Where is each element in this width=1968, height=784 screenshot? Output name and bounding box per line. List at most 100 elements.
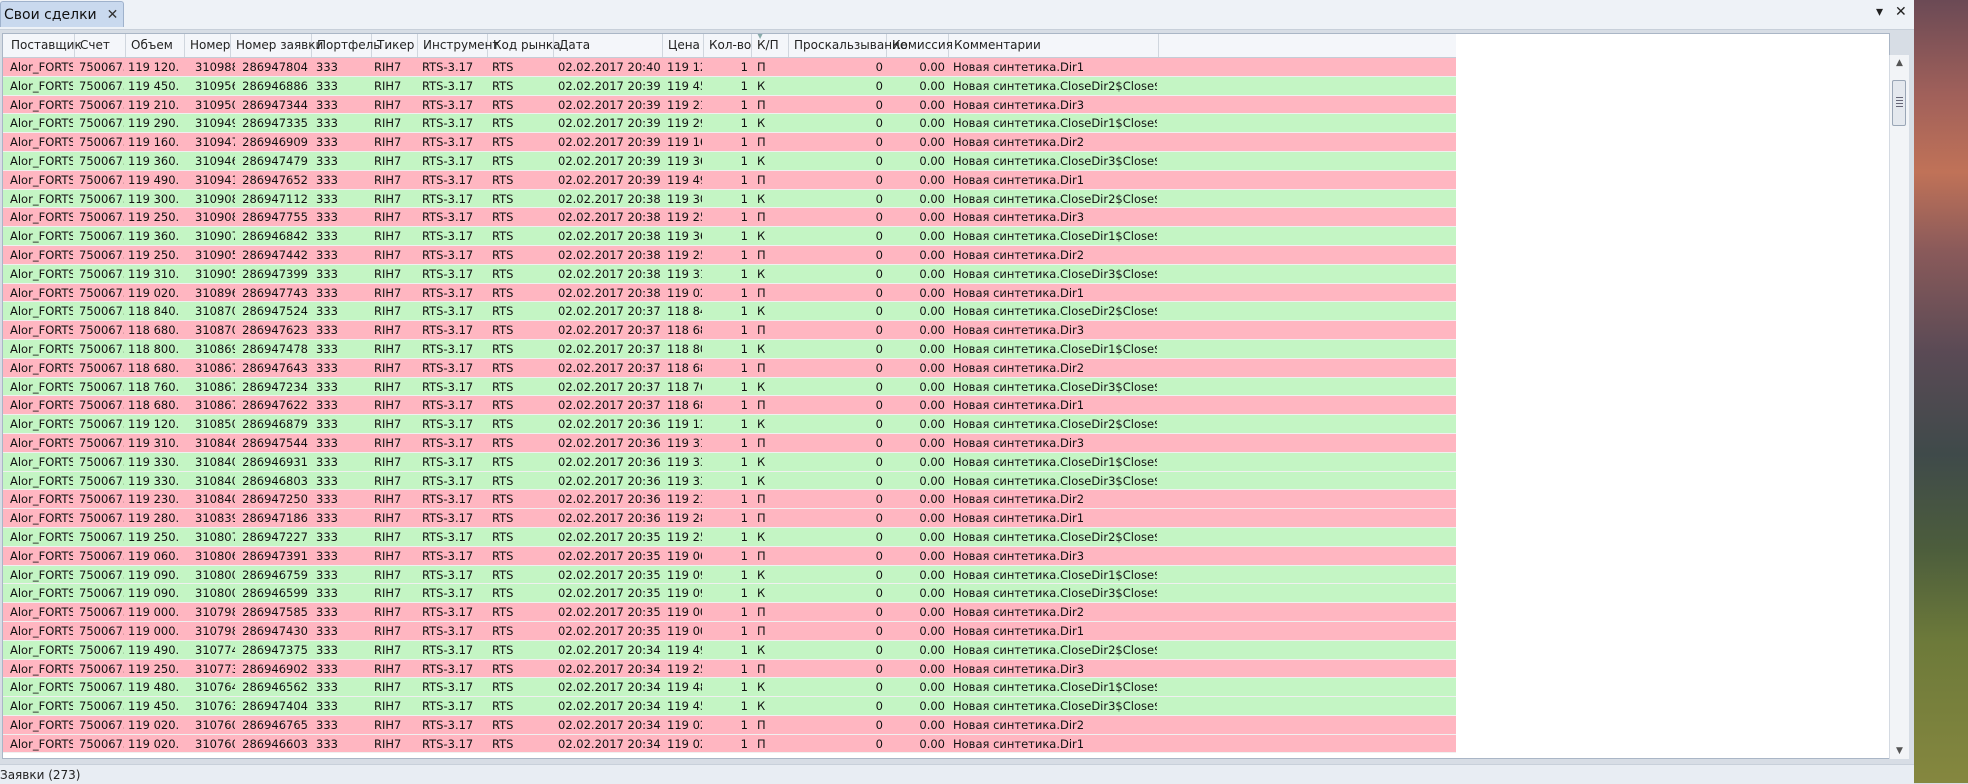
table-row[interactable]: Alor_FORTS 7500673 119 310.00 3108461 286947… bbox=[3, 433, 1456, 453]
table-row[interactable]: Alor_FORTS 7500673 119 450.00 3107639 286947… bbox=[3, 697, 1456, 716]
table-row[interactable]: Alor_FORTS 7500673 119 250.00 3109057 286947… bbox=[3, 245, 1456, 265]
column-header-supplier[interactable]: Поставщик bbox=[6, 34, 82, 57]
table-row[interactable]: Alor_FORTS 7500673 119 020.00 3108966 286947… bbox=[3, 283, 1456, 303]
cell-market-code: RTS bbox=[492, 266, 514, 281]
table-row[interactable]: Alor_FORTS 7500673 119 300.00 3109086 286947… bbox=[3, 189, 1456, 209]
cell-date: 02.02.2017 20:39:10 bbox=[558, 135, 661, 150]
table-row[interactable]: Alor_FORTS 7500673 119 210.00 3109503 286947… bbox=[3, 95, 1456, 115]
table-row[interactable]: Alor_FORTS 7500673 119 020.00 3107607 286946… bbox=[3, 734, 1456, 754]
cell-portfolio: 333 bbox=[316, 642, 338, 657]
scroll-up-icon[interactable]: ▲ bbox=[1890, 55, 1909, 71]
cell-ticker: RIH7 bbox=[374, 60, 402, 74]
cell-supplier: Alor_FORTS bbox=[10, 435, 73, 450]
column-header-order-number[interactable]: Номер заявки bbox=[231, 34, 323, 57]
window-close-icon[interactable]: ✕ bbox=[1895, 4, 1907, 20]
cell-supplier: Alor_FORTS bbox=[10, 285, 73, 300]
table-row[interactable]: Alor_FORTS 7500673 118 760.00 3108677 286947… bbox=[3, 377, 1456, 397]
table-row[interactable]: Alor_FORTS 7500673 119 160.00 3109470 286946… bbox=[3, 133, 1456, 152]
table-row[interactable]: Alor_FORTS 7500673 119 280.00 3108399 286947… bbox=[3, 509, 1456, 528]
cell-instrument: RTS-3.17 bbox=[422, 473, 474, 488]
trades-grid: ▼ Поставщик Счет Объем Номер Номер заявки Пор… bbox=[2, 33, 1890, 759]
cell-account: 7500673 bbox=[79, 341, 124, 356]
cell-date: 02.02.2017 20:38:08 bbox=[558, 266, 661, 281]
table-row[interactable]: Alor_FORTS 7500673 119 000.00 3107984 286947… bbox=[3, 621, 1456, 641]
cell-side: К bbox=[757, 454, 766, 469]
cell-side: К bbox=[757, 642, 766, 657]
cell-number: 3109056 bbox=[195, 266, 235, 281]
table-row[interactable]: Alor_FORTS 7500673 119 360.00 3109073 286946… bbox=[3, 227, 1456, 246]
tab-orders[interactable]: Заявки (273) bbox=[0, 768, 80, 782]
cell-instrument: RTS-3.17 bbox=[422, 661, 474, 676]
column-header-price[interactable]: Цена bbox=[663, 34, 704, 57]
column-header-commission[interactable]: Комиссия bbox=[887, 34, 953, 57]
column-header-date[interactable]: Дата bbox=[554, 34, 663, 57]
column-header-portfolio[interactable]: Портфель bbox=[312, 34, 380, 57]
scroll-down-icon[interactable]: ▼ bbox=[1890, 743, 1909, 759]
table-row[interactable]: Alor_FORTS 7500673 119 330.00 3108405 286946… bbox=[3, 452, 1456, 472]
table-row[interactable]: Alor_FORTS 7500673 119 230.00 3108400 286947… bbox=[3, 490, 1456, 510]
tab-own-trades[interactable]: Свои сделки ✕ bbox=[0, 1, 124, 27]
table-row[interactable]: Alor_FORTS 7500673 118 680.00 3108703 286947… bbox=[3, 321, 1456, 340]
column-header-number[interactable]: Номер bbox=[185, 34, 231, 57]
cell-quantity: 1 bbox=[740, 661, 748, 676]
table-row[interactable]: Alor_FORTS 7500673 118 680.00 3108678 286947… bbox=[3, 358, 1456, 378]
cell-price: 119 250 bbox=[667, 247, 702, 262]
table-row[interactable]: Alor_FORTS 7500673 119 310.00 3109056 286947… bbox=[3, 264, 1456, 284]
cell-account: 7500673 bbox=[79, 191, 124, 206]
cell-portfolio: 333 bbox=[316, 717, 338, 732]
cell-commission: 0.00 bbox=[919, 680, 945, 695]
cell-supplier: Alor_FORTS bbox=[10, 548, 73, 563]
cell-account: 7500673 bbox=[79, 398, 124, 413]
cell-comment: Новая синтетика.Dir2 bbox=[953, 605, 1085, 620]
cell-account: 7500673 bbox=[79, 605, 124, 620]
table-row[interactable]: Alor_FORTS 7500673 119 000.00 3107985 286947… bbox=[3, 603, 1456, 622]
cell-comment: Новая синтетика.CloseDir2$Close$28694758… bbox=[953, 529, 1157, 544]
table-row[interactable]: Alor_FORTS 7500673 119 250.00 3109080 286947… bbox=[3, 208, 1456, 228]
column-header-account[interactable]: Счет bbox=[75, 34, 126, 57]
window-menu-icon[interactable]: ▾ bbox=[1876, 4, 1883, 20]
column-header-slippage[interactable]: Проскальзывание bbox=[789, 34, 907, 57]
table-row[interactable]: Alor_FORTS 7500673 119 060.00 3108060 286947… bbox=[3, 546, 1456, 566]
table-row[interactable]: Alor_FORTS 7500673 119 020.00 3107608 286946… bbox=[3, 715, 1456, 735]
table-row[interactable]: Alor_FORTS 7500673 118 800.00 3108698 286947… bbox=[3, 339, 1456, 359]
table-row[interactable]: Alor_FORTS 7500673 119 490.00 3107745 286947… bbox=[3, 640, 1456, 660]
table-row[interactable]: Alor_FORTS 7500673 119 360.00 3109469 286947… bbox=[3, 151, 1456, 171]
column-header-instrument[interactable]: Инструмент bbox=[418, 34, 499, 57]
table-row[interactable]: Alor_FORTS 7500673 119 450.00 3109563 286946… bbox=[3, 76, 1456, 96]
cell-date: 02.02.2017 20:39:19 bbox=[558, 78, 661, 93]
column-header-volume[interactable]: Объем bbox=[126, 34, 185, 57]
vertical-scrollbar[interactable]: ▲ ▼ bbox=[1889, 55, 1909, 759]
cell-market-code: RTS bbox=[492, 586, 514, 601]
column-header-market-code[interactable]: Код рынка bbox=[488, 34, 561, 57]
table-row[interactable]: Alor_FORTS 7500673 119 480.00 3107640 286946… bbox=[3, 678, 1456, 698]
table-row[interactable]: Alor_FORTS 7500673 119 120.00 3108508 286946… bbox=[3, 415, 1456, 434]
column-header-comment[interactable]: Комментарии bbox=[949, 34, 1159, 57]
cell-comment: Новая синтетика.CloseDir2$Close$28694744… bbox=[953, 191, 1157, 206]
cell-price: 119 290 bbox=[667, 116, 702, 131]
cell-number: 3108405 bbox=[195, 454, 235, 469]
cell-market-code: RTS bbox=[492, 247, 514, 262]
cell-number: 3109417 bbox=[195, 172, 235, 187]
cell-quantity: 1 bbox=[740, 492, 748, 507]
table-row[interactable]: Alor_FORTS 7500673 119 090.00 3108006 286946… bbox=[3, 565, 1456, 585]
cell-portfolio: 333 bbox=[316, 229, 338, 244]
column-header-quantity[interactable]: Кол-во bbox=[704, 34, 752, 57]
table-row[interactable]: Alor_FORTS 7500673 119 490.00 3109417 286947… bbox=[3, 170, 1456, 190]
table-row[interactable]: Alor_FORTS 7500673 118 680.00 3108673 286947… bbox=[3, 396, 1456, 416]
cell-account: 7500673 bbox=[79, 417, 124, 432]
column-header-ticker[interactable]: Тикер bbox=[372, 34, 418, 57]
tab-close-icon[interactable]: ✕ bbox=[107, 7, 119, 23]
table-row[interactable]: Alor_FORTS 7500673 119 090.00 3108002 286946… bbox=[3, 584, 1456, 604]
table-row[interactable]: Alor_FORTS 7500673 118 840.00 3108709 286947… bbox=[3, 302, 1456, 322]
table-row[interactable]: Alor_FORTS 7500673 119 290.00 3109494 286947… bbox=[3, 114, 1456, 134]
table-row[interactable]: Alor_FORTS 7500673 119 250.00 3107737 286946… bbox=[3, 659, 1456, 679]
column-header-side[interactable]: К/П bbox=[752, 34, 789, 57]
cell-number: 3109086 bbox=[195, 191, 235, 206]
cell-portfolio: 333 bbox=[316, 116, 338, 131]
table-row[interactable]: Alor_FORTS 7500673 119 120.00 3109882 286947… bbox=[3, 58, 1456, 77]
table-row[interactable]: Alor_FORTS 7500673 119 330.00 3108404 286946… bbox=[3, 471, 1456, 491]
table-row[interactable]: Alor_FORTS 7500673 119 250.00 3108070 286947… bbox=[3, 527, 1456, 547]
cell-quantity: 1 bbox=[740, 116, 748, 131]
scroll-thumb[interactable] bbox=[1892, 80, 1906, 126]
cell-order-number: 286947250 bbox=[242, 492, 308, 507]
